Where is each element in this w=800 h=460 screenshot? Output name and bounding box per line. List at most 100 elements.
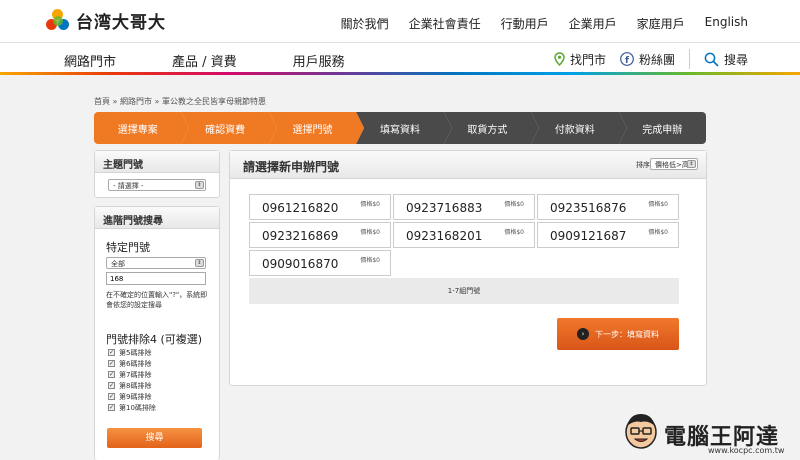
number-selection-panel: 請選擇新申辦門號 排序 價格低>高 ⇕ 0961216820 價格$0 0923… bbox=[229, 150, 707, 386]
exclude-option[interactable]: ✓ 第5碼排除 bbox=[108, 347, 156, 358]
exclude-option[interactable]: ✓ 第7碼排除 bbox=[108, 369, 156, 380]
number-price: 價格$0 bbox=[360, 201, 380, 208]
exclude-option-label: 第7碼排除 bbox=[119, 370, 152, 379]
exclude-options: ✓ 第5碼排除 ✓ 第6碼排除 ✓ 第7碼排除 ✓ 第8碼排除 ✓ 第9碼排除 ✓ 第10碼… bbox=[108, 347, 156, 413]
number-price: 價格$0 bbox=[504, 229, 524, 236]
number-card[interactable]: 0909016870 價格$0 bbox=[249, 250, 391, 276]
search-button[interactable]: 搜尋 bbox=[107, 428, 202, 448]
theme-number-title: 主題門號 bbox=[95, 151, 219, 173]
top-link-about[interactable]: 關於我們 bbox=[341, 15, 389, 32]
step-select-plan: 選擇專案 bbox=[94, 112, 190, 144]
fan-page-link[interactable]: f 粉絲團 bbox=[620, 51, 675, 68]
result-count: 1-7組門號 bbox=[249, 278, 679, 304]
nav-item-services[interactable]: 用戶服務 bbox=[293, 51, 345, 70]
fan-page-label: 粉絲團 bbox=[638, 52, 675, 67]
exclude-option[interactable]: ✓ 第8碼排除 bbox=[108, 380, 156, 391]
step-fill-info: 填寫資料 bbox=[356, 112, 453, 144]
panel-title: 請選擇新申辦門號 bbox=[243, 160, 340, 174]
top-link-mobile[interactable]: 行動用戶 bbox=[501, 15, 549, 32]
phone-number: 0909121687 bbox=[550, 229, 627, 243]
step-complete: 完成申辦 bbox=[618, 112, 706, 144]
top-header: 台湾大哥大 關於我們 企業社會責任 行動用戶 企業用戶 家庭用戶 English bbox=[0, 0, 800, 42]
number-card[interactable]: 0961216820 價格$0 bbox=[249, 194, 391, 220]
facebook-icon: f bbox=[620, 52, 634, 66]
number-price: 價格$0 bbox=[360, 257, 380, 264]
checkbox-icon[interactable]: ✓ bbox=[108, 360, 115, 367]
progress-steps: 選擇專案 確認資費 選擇門號 填寫資料 取貨方式 付款資料 完成申辦 bbox=[94, 112, 706, 144]
phone-number: 0923168201 bbox=[406, 229, 483, 243]
select-arrow-icon: ⇕ bbox=[687, 160, 696, 168]
number-price: 價格$0 bbox=[648, 229, 668, 236]
phone-number: 0961216820 bbox=[262, 201, 339, 215]
number-card[interactable]: 0909121687 價格$0 bbox=[537, 222, 679, 248]
number-price: 價格$0 bbox=[504, 201, 524, 208]
next-step-button[interactable]: › 下一步：填寫資料 bbox=[557, 318, 679, 350]
top-nav: 關於我們 企業社會責任 行動用戶 企業用戶 家庭用戶 English bbox=[341, 15, 748, 32]
step-label: 選擇門號 bbox=[292, 124, 333, 136]
find-store-link[interactable]: 找門市 bbox=[554, 51, 606, 68]
mascot-icon bbox=[625, 414, 657, 449]
number-card[interactable]: 0923516876 價格$0 bbox=[537, 194, 679, 220]
number-card[interactable]: 0923168201 價格$0 bbox=[393, 222, 535, 248]
theme-number-panel: 主題門號 - 請選擇 - ⇕ bbox=[94, 150, 220, 198]
logo-icon bbox=[46, 8, 70, 33]
checkbox-icon[interactable]: ✓ bbox=[108, 371, 115, 378]
step-label: 確認資費 bbox=[205, 124, 246, 136]
exclude-option[interactable]: ✓ 第9碼排除 bbox=[108, 391, 156, 402]
exclude-label: 門號排除4 (可複選) bbox=[106, 333, 203, 346]
top-link-enterprise[interactable]: 企業用戶 bbox=[569, 15, 617, 32]
theme-number-select[interactable]: - 請選擇 - ⇕ bbox=[108, 179, 206, 191]
nav-divider bbox=[688, 49, 690, 69]
step-pickup: 取貨方式 bbox=[443, 112, 540, 144]
logo-text: 台湾大哥大 bbox=[76, 13, 166, 33]
sort-select[interactable]: 價格低>高 ⇕ bbox=[650, 158, 698, 170]
exclude-option-label: 第9碼排除 bbox=[119, 392, 152, 401]
phone-number: 0923716883 bbox=[406, 201, 483, 215]
exclude-option-label: 第8碼排除 bbox=[119, 381, 152, 390]
breadcrumb[interactable]: 首頁 » 網路門市 » 軍公教之全民皆享母親節特惠 bbox=[94, 96, 266, 107]
nav-item-online-store[interactable]: 網路門市 bbox=[64, 51, 116, 70]
top-link-english[interactable]: English bbox=[705, 15, 748, 32]
specific-number-label: 特定門號 bbox=[106, 241, 150, 254]
theme-select-value: - 請選擇 - bbox=[113, 182, 144, 190]
step-label: 填寫資料 bbox=[379, 124, 420, 136]
step-label: 付款資料 bbox=[554, 124, 595, 136]
step-label: 選擇專案 bbox=[117, 124, 158, 136]
phone-number: 0909016870 bbox=[262, 257, 339, 271]
step-label: 取貨方式 bbox=[467, 124, 508, 136]
checkbox-icon[interactable]: ✓ bbox=[108, 349, 115, 356]
watermark: 電腦王阿達 bbox=[622, 410, 779, 450]
nav-item-products[interactable]: 產品 / 資費 bbox=[172, 51, 237, 70]
specific-select-value: 全部 bbox=[111, 260, 125, 268]
checkbox-icon[interactable]: ✓ bbox=[108, 404, 115, 411]
exclude-option-label: 第5碼排除 bbox=[119, 348, 152, 357]
number-price: 價格$0 bbox=[360, 229, 380, 236]
advanced-search-panel: 進階門號搜尋 特定門號 全部 ⇕ 在不確定的位置輸入"?"，系統即會依您的設定搜… bbox=[94, 206, 220, 460]
specific-number-input[interactable] bbox=[106, 272, 206, 285]
location-pin-icon bbox=[554, 52, 565, 66]
step-select-number: 選擇門號 bbox=[268, 112, 365, 144]
exclude-option[interactable]: ✓ 第10碼排除 bbox=[108, 402, 156, 413]
search-link[interactable]: 搜尋 bbox=[704, 51, 748, 68]
phone-number: 0923516876 bbox=[550, 201, 627, 215]
top-link-home[interactable]: 家庭用戶 bbox=[637, 15, 685, 32]
exclude-option-label: 第6碼排除 bbox=[119, 359, 152, 368]
specific-number-select[interactable]: 全部 ⇕ bbox=[106, 257, 206, 269]
top-link-csr[interactable]: 企業社會責任 bbox=[409, 15, 481, 32]
sort-label: 排序 bbox=[636, 161, 650, 169]
phone-number: 0923216869 bbox=[262, 229, 339, 243]
checkbox-icon[interactable]: ✓ bbox=[108, 393, 115, 400]
checkbox-icon[interactable]: ✓ bbox=[108, 382, 115, 389]
search-icon bbox=[704, 52, 719, 67]
number-card[interactable]: 0923216869 價格$0 bbox=[249, 222, 391, 248]
next-step-label: 下一步：填寫資料 bbox=[595, 329, 659, 339]
brand-logo[interactable]: 台湾大哥大 bbox=[46, 8, 166, 33]
number-card[interactable]: 0923716883 價格$0 bbox=[393, 194, 535, 220]
number-price: 價格$0 bbox=[648, 201, 668, 208]
brand-color-bar bbox=[0, 72, 800, 75]
sort-select-value: 價格低>高 bbox=[655, 161, 689, 169]
svg-text:f: f bbox=[625, 56, 629, 66]
watermark-url: www.kocpc.com.tw bbox=[708, 446, 785, 455]
exclude-option-label: 第10碼排除 bbox=[119, 403, 156, 412]
exclude-option[interactable]: ✓ 第6碼排除 bbox=[108, 358, 156, 369]
